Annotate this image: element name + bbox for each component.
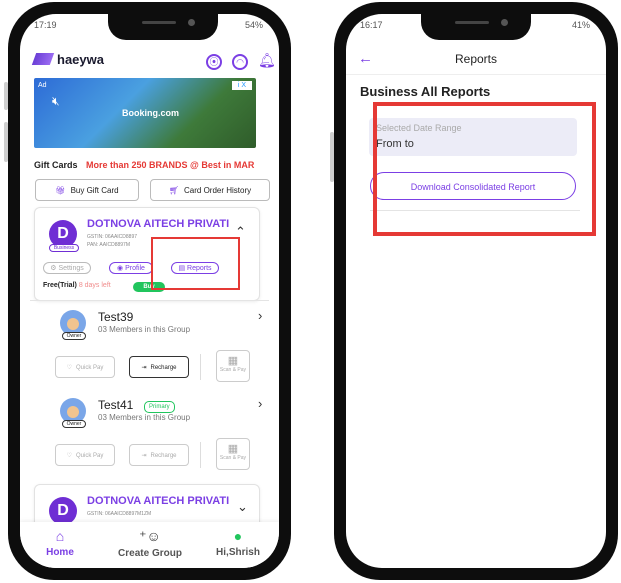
bell-icon[interactable]: 🔔︎ — [258, 53, 276, 70]
ad-badge: Ad — [38, 82, 47, 89]
right-screen: 16:17 41% ← Reports Business All Reports… — [346, 14, 606, 568]
card-order-history-button[interactable]: 🛒︎ Card Order History — [150, 179, 270, 201]
business-tag: Business — [49, 244, 79, 252]
logo-mark-icon — [31, 53, 55, 65]
page-title: Reports — [454, 52, 498, 66]
divider — [200, 354, 201, 380]
divider — [30, 300, 269, 301]
group-members: 03 Members in this Group — [98, 325, 191, 334]
ad-close-icon[interactable]: i X — [232, 81, 252, 90]
quick-pay-button[interactable]: ♡ Quick Pay — [55, 356, 115, 378]
business-name: DOTNOVA AITECH PRIVATI — [87, 495, 230, 507]
business-gstin: GSTIN: 06AAICD8897M1ZM — [87, 511, 152, 517]
scan-pay-button[interactable]: ▦ Scan & Pay — [216, 350, 250, 382]
qr-icon: ▦ — [227, 443, 239, 455]
buy-gift-card-label: Buy Gift Card — [70, 186, 119, 195]
app-logo: haeywa — [31, 52, 104, 67]
mute-icon[interactable]: 🔇︎ — [52, 94, 60, 109]
recharge-button[interactable]: ⇥ Recharge — [129, 356, 189, 378]
gift-cards-label: Gift Cards — [34, 160, 78, 170]
gift-cards-ticker: Gift Cards More than 250 BRANDS @ Best i… — [34, 160, 254, 170]
status-time: 16:17 — [360, 20, 383, 30]
volume-button — [4, 82, 8, 110]
trial-label: Free(Trial) — [43, 282, 77, 289]
scan-pay-button[interactable]: ▦ Scan & Pay — [216, 438, 250, 470]
group-members: 03 Members in this Group — [98, 413, 191, 422]
heart-icon: ♡ — [66, 365, 73, 371]
power-button — [330, 132, 334, 182]
group-icon[interactable]: ⦿ — [206, 54, 222, 70]
ticker-message: More than 250 BRANDS @ Best in MAR — [86, 160, 255, 170]
owner-tag: Owner — [62, 332, 86, 340]
status-battery: 54% — [244, 20, 263, 30]
nav-create-group-label: Create Group — [118, 548, 182, 559]
bottom-navigation: ⌂ Home ⁺☺ Create Group ● Hi,Shrish — [20, 522, 279, 568]
business-pan: PAN: AAICD8897M — [87, 242, 130, 248]
form-highlight-box — [373, 102, 596, 236]
support-icon[interactable]: ◠ — [232, 54, 248, 70]
settings-label: Settings — [58, 265, 84, 272]
left-phone: 17:19 54% haeywa ⦿ ◠ 🔔︎ Ad 🔇︎ Booking.co… — [4, 2, 291, 580]
group-name[interactable]: Test41 — [98, 398, 133, 412]
nav-profile-label: Hi,Shrish — [216, 547, 260, 558]
ad-banner[interactable]: Ad 🔇︎ Booking.com i X — [34, 78, 256, 148]
add-group-icon: ⁺☺ — [139, 528, 161, 544]
group-name[interactable]: Test39 — [98, 310, 133, 324]
owner-tag: Owner — [62, 420, 86, 428]
cart-icon: 🛒︎ — [168, 186, 180, 195]
business-name: DOTNOVA AITECH PRIVATI — [87, 218, 230, 230]
gift-icon: 🎁︎ — [55, 186, 66, 195]
business-avatar: D — [49, 497, 77, 525]
recharge-label: Recharge — [150, 365, 177, 371]
home-icon: ⌂ — [55, 528, 65, 544]
primary-badge: Primary — [144, 401, 175, 413]
status-battery: 41% — [571, 20, 590, 30]
nav-create-group[interactable]: ⁺☺ Create Group — [110, 528, 190, 559]
app-header: haeywa ⦿ ◠ 🔔︎ — [20, 46, 279, 82]
days-left: 8 days left — [78, 282, 111, 289]
buy-gift-card-button[interactable]: 🎁︎ Buy Gift Card — [35, 179, 139, 201]
chevron-right-icon[interactable]: › — [258, 396, 262, 411]
reports-header: ← Reports — [346, 44, 606, 75]
notch — [108, 10, 218, 40]
recharge-label: Recharge — [150, 453, 177, 459]
left-screen: 17:19 54% haeywa ⦿ ◠ 🔔︎ Ad 🔇︎ Booking.co… — [20, 14, 279, 568]
right-phone: 16:17 41% ← Reports Business All Reports… — [330, 2, 618, 580]
profile-chip[interactable]: ◉ Profile — [109, 262, 153, 274]
recharge-icon: ⇥ — [141, 365, 147, 371]
settings-chip[interactable]: ⚙︎ Settings — [43, 262, 91, 274]
heart-icon: ♡ — [66, 453, 73, 459]
profile-icon: ◉ — [117, 265, 126, 272]
profile-label: Profile — [125, 265, 145, 272]
app-name: haeywa — [57, 52, 104, 67]
divider — [200, 442, 201, 468]
notch — [421, 10, 531, 40]
nav-home-label: Home — [46, 547, 74, 558]
nav-home[interactable]: ⌂ Home — [20, 528, 100, 558]
chevron-right-icon[interactable]: › — [258, 308, 262, 323]
quick-pay-label: Quick Pay — [76, 453, 104, 459]
business-gstin: GSTIN: 06AAICD8897 — [87, 234, 138, 240]
reports-highlight-box — [151, 237, 240, 290]
volume-button-2 — [4, 122, 8, 162]
scan-pay-label: Scan & Pay — [219, 455, 247, 461]
trial-status: Free(Trial) 8 days left — [43, 282, 111, 289]
qr-icon: ▦ — [227, 355, 239, 367]
nav-profile[interactable]: ● Hi,Shrish — [198, 528, 278, 558]
recharge-icon: ⇥ — [141, 453, 147, 459]
quick-pay-label: Quick Pay — [76, 365, 104, 371]
ad-brand: Booking.com — [122, 108, 180, 118]
scan-pay-label: Scan & Pay — [219, 367, 247, 373]
card-order-history-label: Card Order History — [184, 186, 252, 195]
avatar: ● — [233, 528, 243, 544]
recharge-button[interactable]: ⇥ Recharge — [129, 444, 189, 466]
section-title: Business All Reports — [360, 84, 491, 99]
quick-pay-button[interactable]: ♡ Quick Pay — [55, 444, 115, 466]
chevron-down-icon[interactable]: ⌄ — [237, 499, 248, 515]
status-time: 17:19 — [34, 20, 57, 30]
